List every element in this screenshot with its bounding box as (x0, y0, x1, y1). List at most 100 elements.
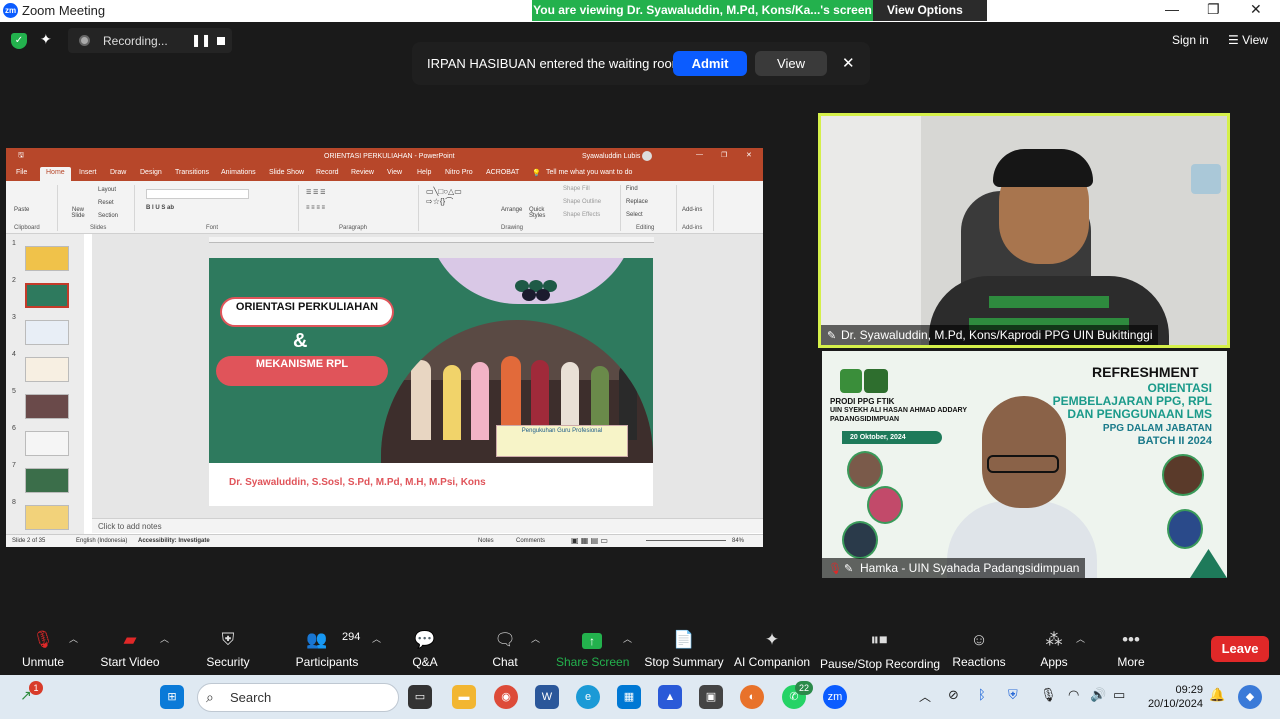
wifi-icon[interactable]: ◠ (1068, 687, 1079, 703)
pause-recording-icon[interactable]: ❚❚ (191, 33, 211, 47)
notification-bell-icon[interactable]: 🔔 (1209, 687, 1225, 703)
addins-button[interactable]: Add-ins (682, 207, 702, 213)
select-button[interactable]: Select (626, 212, 643, 218)
tab-animations[interactable]: Animations (221, 169, 256, 176)
current-slide[interactable]: Pengukuhan Guru Profesional ORIENTASI PE… (209, 258, 653, 506)
battery-icon[interactable]: ▭ (1113, 687, 1125, 703)
video-tile-participant[interactable]: REFRESHMENT ORIENTASI PEMBELAJARAN PPG, … (822, 351, 1227, 578)
view-menu-button[interactable]: ☰ View (1228, 33, 1268, 47)
ppt-restore-icon[interactable]: ❐ (721, 151, 727, 159)
section-button[interactable]: Section (98, 213, 118, 219)
tab-acrobat[interactable]: ACROBAT (486, 169, 519, 176)
stop-summary-button[interactable]: 📄 Stop Summary (644, 620, 724, 675)
ppt-close-icon[interactable]: ✕ (746, 151, 752, 159)
share-chevron-icon[interactable]: ︿ (623, 632, 632, 645)
new-slide-button[interactable]: New Slide (68, 207, 88, 219)
app-icon[interactable]: ◐ (740, 685, 764, 709)
apps-button[interactable]: ⁂ Apps (1034, 620, 1074, 675)
shapes-gallery[interactable]: ▭╲□○△▭ ⇨☆{}⌒ (426, 187, 462, 207)
app-icon[interactable]: ▲ (658, 685, 682, 709)
zoom-taskbar-icon[interactable]: zm (823, 685, 847, 709)
find-button[interactable]: Find (626, 186, 638, 192)
video-options-chevron-icon[interactable]: ︿ (160, 632, 169, 645)
language-status[interactable]: English (Indonesia) (76, 538, 127, 544)
volume-icon[interactable]: 🔊 (1090, 687, 1106, 703)
zoom-slider[interactable] (646, 540, 726, 541)
share-screen-button[interactable]: ↑ Share Screen (556, 620, 629, 675)
slide-thumbnail[interactable] (25, 357, 69, 382)
tab-file[interactable]: File (16, 169, 27, 176)
maximize-icon[interactable]: ❐ (1207, 1, 1220, 18)
arrange-button[interactable]: Arrange (501, 207, 522, 213)
tell-me-box[interactable]: Tell me what you want to do (546, 169, 632, 176)
stop-recording-icon[interactable] (217, 37, 225, 45)
tab-record[interactable]: Record (316, 169, 339, 176)
shape-outline-button[interactable]: Shape Outline (563, 199, 601, 205)
taskbar-clock[interactable]: 09:29 20/10/2024 (1148, 683, 1203, 711)
paste-button[interactable]: Paste (14, 207, 29, 213)
chat-chevron-icon[interactable]: ︿ (531, 632, 540, 645)
security-tray-icon[interactable]: ⛨ (1008, 687, 1018, 703)
slide-thumbnail[interactable] (25, 394, 69, 419)
reactions-button[interactable]: ☺ Reactions (950, 620, 1008, 675)
slide-thumbnail[interactable] (25, 431, 69, 456)
tab-help[interactable]: Help (417, 169, 431, 176)
layout-button[interactable]: Layout (98, 187, 116, 193)
chat-button[interactable]: 🗨 Chat (484, 620, 526, 675)
app-icon[interactable]: ▣ (699, 685, 723, 709)
tab-slide-show[interactable]: Slide Show (269, 169, 304, 176)
tab-home[interactable]: Home (40, 167, 71, 181)
tray-chevron-icon[interactable]: ︿ (919, 688, 931, 705)
slide-thumbnail[interactable] (25, 246, 69, 271)
leave-button[interactable]: Leave (1211, 636, 1269, 662)
user-avatar[interactable] (642, 151, 652, 161)
ppt-minimize-icon[interactable]: — (696, 151, 703, 158)
minimize-icon[interactable]: — (1165, 1, 1179, 17)
apps-chevron-icon[interactable]: ︿ (1076, 632, 1085, 645)
accessibility-status[interactable]: Accessibility: Investigate (138, 538, 210, 544)
admit-button[interactable]: Admit (673, 51, 747, 76)
audio-options-chevron-icon[interactable]: ︿ (69, 632, 78, 645)
ai-companion-button[interactable]: ✦ AI Companion (734, 620, 810, 675)
copilot-icon[interactable]: ◆ (1238, 685, 1262, 709)
ai-sparkle-icon[interactable]: ✦ (40, 31, 52, 48)
comments-toggle[interactable]: Comments (516, 538, 545, 544)
font-format-icons[interactable]: B I U S ab (146, 205, 174, 211)
view-options-button[interactable]: View Options ⌄ (873, 0, 987, 38)
encryption-shield-icon[interactable]: ✓ (11, 33, 27, 49)
notes-toggle[interactable]: Notes (478, 538, 494, 544)
tab-design[interactable]: Design (140, 169, 162, 176)
participants-button[interactable]: 👥 294 Participants (294, 620, 361, 675)
file-explorer-icon[interactable]: ▬ (452, 685, 476, 709)
paragraph-align-icons[interactable]: ≡ ≡ ≡ ≡ (306, 205, 325, 211)
windows-start-icon[interactable]: ⊞ (160, 685, 184, 709)
word-icon[interactable]: W (535, 685, 559, 709)
paragraph-list-icons[interactable]: ☰ ☰ ☰ (306, 189, 325, 196)
participants-chevron-icon[interactable]: ︿ (372, 632, 381, 645)
shape-fill-button[interactable]: Shape Fill (563, 186, 590, 192)
tab-transitions[interactable]: Transitions (175, 169, 209, 176)
reset-button[interactable]: Reset (98, 200, 114, 206)
taskbar-search[interactable]: ⌕ Search (197, 683, 399, 712)
tab-draw[interactable]: Draw (110, 169, 126, 176)
edge-icon[interactable]: e (576, 685, 600, 709)
tab-review[interactable]: Review (351, 169, 374, 176)
slide-thumbnail[interactable] (25, 505, 69, 530)
unmute-button[interactable]: 🎙 Unmute (14, 620, 72, 675)
view-waiting-button[interactable]: View (755, 51, 827, 76)
video-tile-speaker[interactable]: ✎ Dr. Syawaluddin, M.Pd, Kons/Kaprodi PP… (818, 113, 1230, 348)
tab-view[interactable]: View (387, 169, 402, 176)
slide-thumbnail[interactable] (25, 320, 69, 345)
pause-stop-recording-button[interactable]: ⏸⏹ Pause/Stop Recording (820, 620, 940, 675)
zoom-level[interactable]: 84% (732, 538, 744, 544)
qa-button[interactable]: 💬 Q&A (404, 620, 446, 675)
tab-nitro-pro[interactable]: Nitro Pro (445, 169, 473, 176)
network-off-icon[interactable]: ⊘ (948, 687, 959, 703)
start-video-button[interactable]: ▰ Start Video (98, 620, 162, 675)
bluetooth-icon[interactable]: ᛒ (978, 687, 986, 702)
chrome-icon[interactable]: ◉ (494, 685, 518, 709)
notes-pane[interactable]: Click to add notes (92, 518, 763, 533)
font-name-box[interactable] (146, 189, 249, 199)
more-button[interactable]: ••• More (1110, 620, 1152, 675)
microphone-tray-icon[interactable]: 🎙 (1040, 687, 1057, 703)
